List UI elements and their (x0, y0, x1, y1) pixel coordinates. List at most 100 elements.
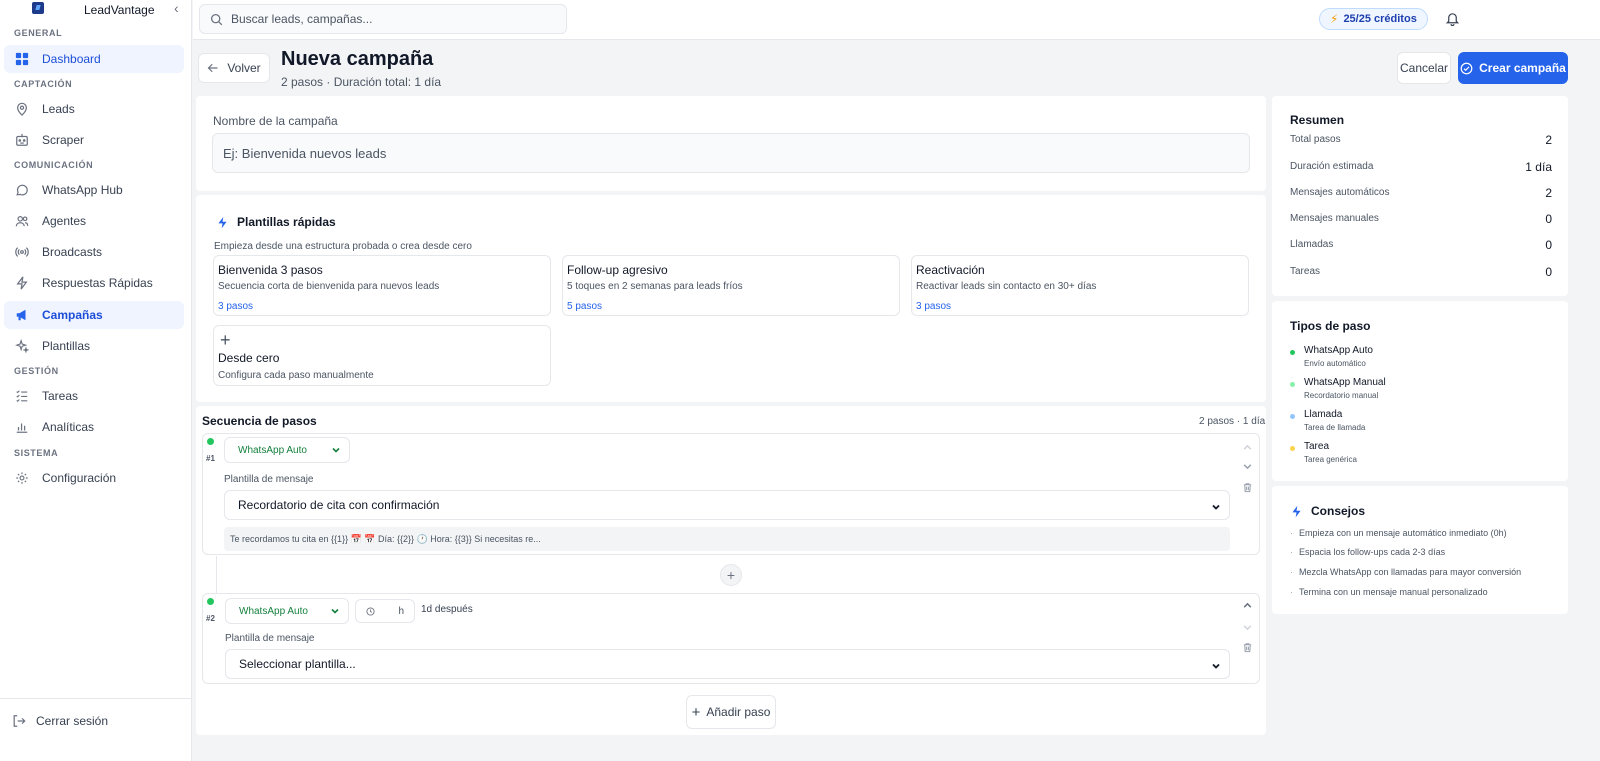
whatsapp-icon (207, 598, 214, 605)
summary-value: 0 (1545, 238, 1552, 252)
section-gestion: GESTIÓN (14, 366, 59, 376)
brand: LeadVantage ‹ (0, 0, 192, 22)
search-bar[interactable] (199, 4, 567, 34)
summary-row-tareas: Tareas 0 (1290, 265, 1552, 279)
template-name: Reactivación (916, 263, 985, 277)
template-name: Bienvenida 3 pasos (218, 263, 323, 277)
search-input[interactable] (231, 12, 551, 26)
sidebar-item-label: Respuestas Rápidas (42, 276, 153, 290)
users-icon (14, 213, 30, 229)
template-select[interactable]: Seleccionar plantilla... (225, 649, 1230, 679)
step-type-desc: Envío automático (1304, 359, 1366, 368)
plus-icon: + (691, 703, 701, 721)
template-card-scratch[interactable]: + Desde cero Configura cada paso manualm… (213, 325, 551, 386)
step-type-value: WhatsApp Auto (239, 605, 308, 617)
step-connector (216, 556, 217, 594)
step-type-name: Tarea (1304, 441, 1330, 452)
create-campaign-label: Crear campaña (1479, 61, 1566, 75)
campaign-name-card: Nombre de la campaña (196, 96, 1266, 191)
campaign-name-input[interactable] (212, 133, 1250, 173)
summary-label: Total pasos (1290, 134, 1341, 145)
template-card-reactivacion[interactable]: Reactivación Reactivar leads sin contact… (911, 255, 1249, 316)
plus-icon: + (220, 330, 231, 350)
trash-icon[interactable] (1242, 482, 1253, 496)
sidebar-item-configuracion[interactable]: Configuración (4, 464, 184, 492)
sequence-title: Secuencia de pasos (202, 414, 317, 428)
template-name: Follow-up agresivo (567, 263, 668, 277)
sidebar-item-respuestas-rapidas[interactable]: Respuestas Rápidas (4, 269, 184, 297)
template-card-follow-up[interactable]: Follow-up agresivo 5 toques en 2 semanas… (562, 255, 900, 316)
sidebar-item-analiticas[interactable]: Analíticas (4, 413, 184, 441)
sidebar-divider (0, 698, 192, 699)
credits-badge[interactable]: ⚡ 25/25 créditos (1319, 8, 1428, 30)
template-desc: 5 toques en 2 semanas para leads fríos (567, 281, 743, 292)
sidebar-item-tareas[interactable]: Tareas (4, 382, 184, 410)
collapse-sidebar-icon[interactable]: ‹ (174, 0, 179, 16)
brand-logo-icon (32, 2, 44, 14)
summary-row-mensajes-manuales: Mensajes manuales 0 (1290, 212, 1552, 226)
chevron-down-icon (331, 445, 341, 458)
step-types-card: Tipos de paso WhatsApp Auto Envío automá… (1272, 301, 1568, 481)
sidebar-item-dashboard[interactable]: Dashboard (4, 45, 184, 73)
campaign-name-label: Nombre de la campaña (213, 114, 338, 128)
template-desc: Configura cada paso manualmente (218, 370, 374, 381)
logout-button[interactable]: Cerrar sesión (12, 714, 108, 728)
summary-row-total-pasos: Total pasos 2 (1290, 133, 1552, 147)
template-steps: 5 pasos (567, 301, 603, 312)
create-campaign-button[interactable]: Crear campaña (1458, 52, 1568, 84)
sparkles-icon (14, 338, 30, 354)
template-card-bienvenida[interactable]: Bienvenida 3 pasos Secuencia corta de bi… (213, 255, 551, 316)
sidebar-item-scraper[interactable]: Scraper (4, 126, 184, 154)
chevron-down-icon (1211, 660, 1221, 674)
quick-templates-description: Empieza desde una estructura probada o c… (214, 241, 472, 252)
add-step-button[interactable]: + Añadir paso (686, 695, 776, 729)
tips-title-text: Consejos (1311, 504, 1366, 518)
delay-description: 1d después (421, 604, 473, 615)
quick-templates-title: Plantillas rápidas (216, 215, 336, 229)
sidebar-item-agentes[interactable]: Agentes (4, 207, 184, 235)
move-down-icon[interactable] (1242, 622, 1253, 636)
sidebar-item-campanas[interactable]: Campañas (4, 301, 184, 329)
sidebar-item-label: Campañas (42, 308, 103, 322)
move-up-icon[interactable] (1242, 442, 1253, 456)
zap-icon (1292, 505, 1301, 517)
tip-item: Espacia los follow-ups cada 2-3 días (1290, 547, 1445, 557)
credits-label: 25/25 créditos (1343, 13, 1417, 25)
cancel-button[interactable]: Cancelar (1397, 52, 1451, 84)
template-select[interactable]: Recordatorio de cita con confirmación (224, 490, 1230, 520)
sidebar-item-leads[interactable]: Leads (4, 95, 184, 123)
sidebar-item-broadcasts[interactable]: Broadcasts (4, 238, 184, 266)
back-button[interactable]: Volver (198, 53, 270, 83)
summary-value: 2 (1545, 186, 1552, 200)
notifications-button[interactable] (1445, 11, 1460, 29)
sidebar: LeadVantage ‹ GENERAL Dashboard CAPTACIÓ… (0, 0, 192, 761)
summary-label: Mensajes manuales (1290, 213, 1379, 224)
insert-step-button[interactable]: + (720, 564, 742, 586)
sidebar-item-plantillas[interactable]: Plantillas (4, 332, 184, 360)
sidebar-item-label: Broadcasts (42, 245, 103, 259)
template-select-value: Seleccionar plantilla... (239, 657, 356, 671)
clock-icon (366, 606, 375, 616)
step-types-title: Tipos de paso (1290, 319, 1371, 333)
template-steps: 3 pasos (916, 301, 952, 312)
trash-icon[interactable] (1242, 642, 1253, 656)
tip-item: Termina con un mensaje manual personaliz… (1290, 587, 1488, 597)
move-down-icon[interactable] (1242, 461, 1253, 475)
tip-item: Empieza con un mensaje automático inmedi… (1290, 528, 1507, 538)
bar-chart-icon (14, 419, 30, 435)
delay-input[interactable]: h (355, 599, 415, 623)
radio-icon (14, 244, 30, 260)
move-up-icon[interactable] (1242, 600, 1253, 614)
chevron-down-icon (330, 606, 340, 619)
sidebar-item-label: Tareas (42, 389, 79, 403)
summary-card: Resumen Total pasos 2 Duración estimada 1 … (1272, 96, 1568, 296)
summary-label: Mensajes automáticos (1290, 187, 1390, 198)
step-type-select[interactable]: WhatsApp Auto (224, 437, 350, 463)
summary-row-duracion: Duración estimada 1 día (1290, 160, 1552, 174)
sidebar-item-whatsapp-hub[interactable]: WhatsApp Hub (4, 176, 184, 204)
summary-value: 0 (1545, 265, 1552, 279)
step-type-select[interactable]: WhatsApp Auto (225, 598, 349, 624)
sidebar-item-label: Leads (42, 102, 75, 116)
sidebar-item-label: WhatsApp Hub (42, 183, 123, 197)
arrow-left-icon (207, 63, 218, 73)
